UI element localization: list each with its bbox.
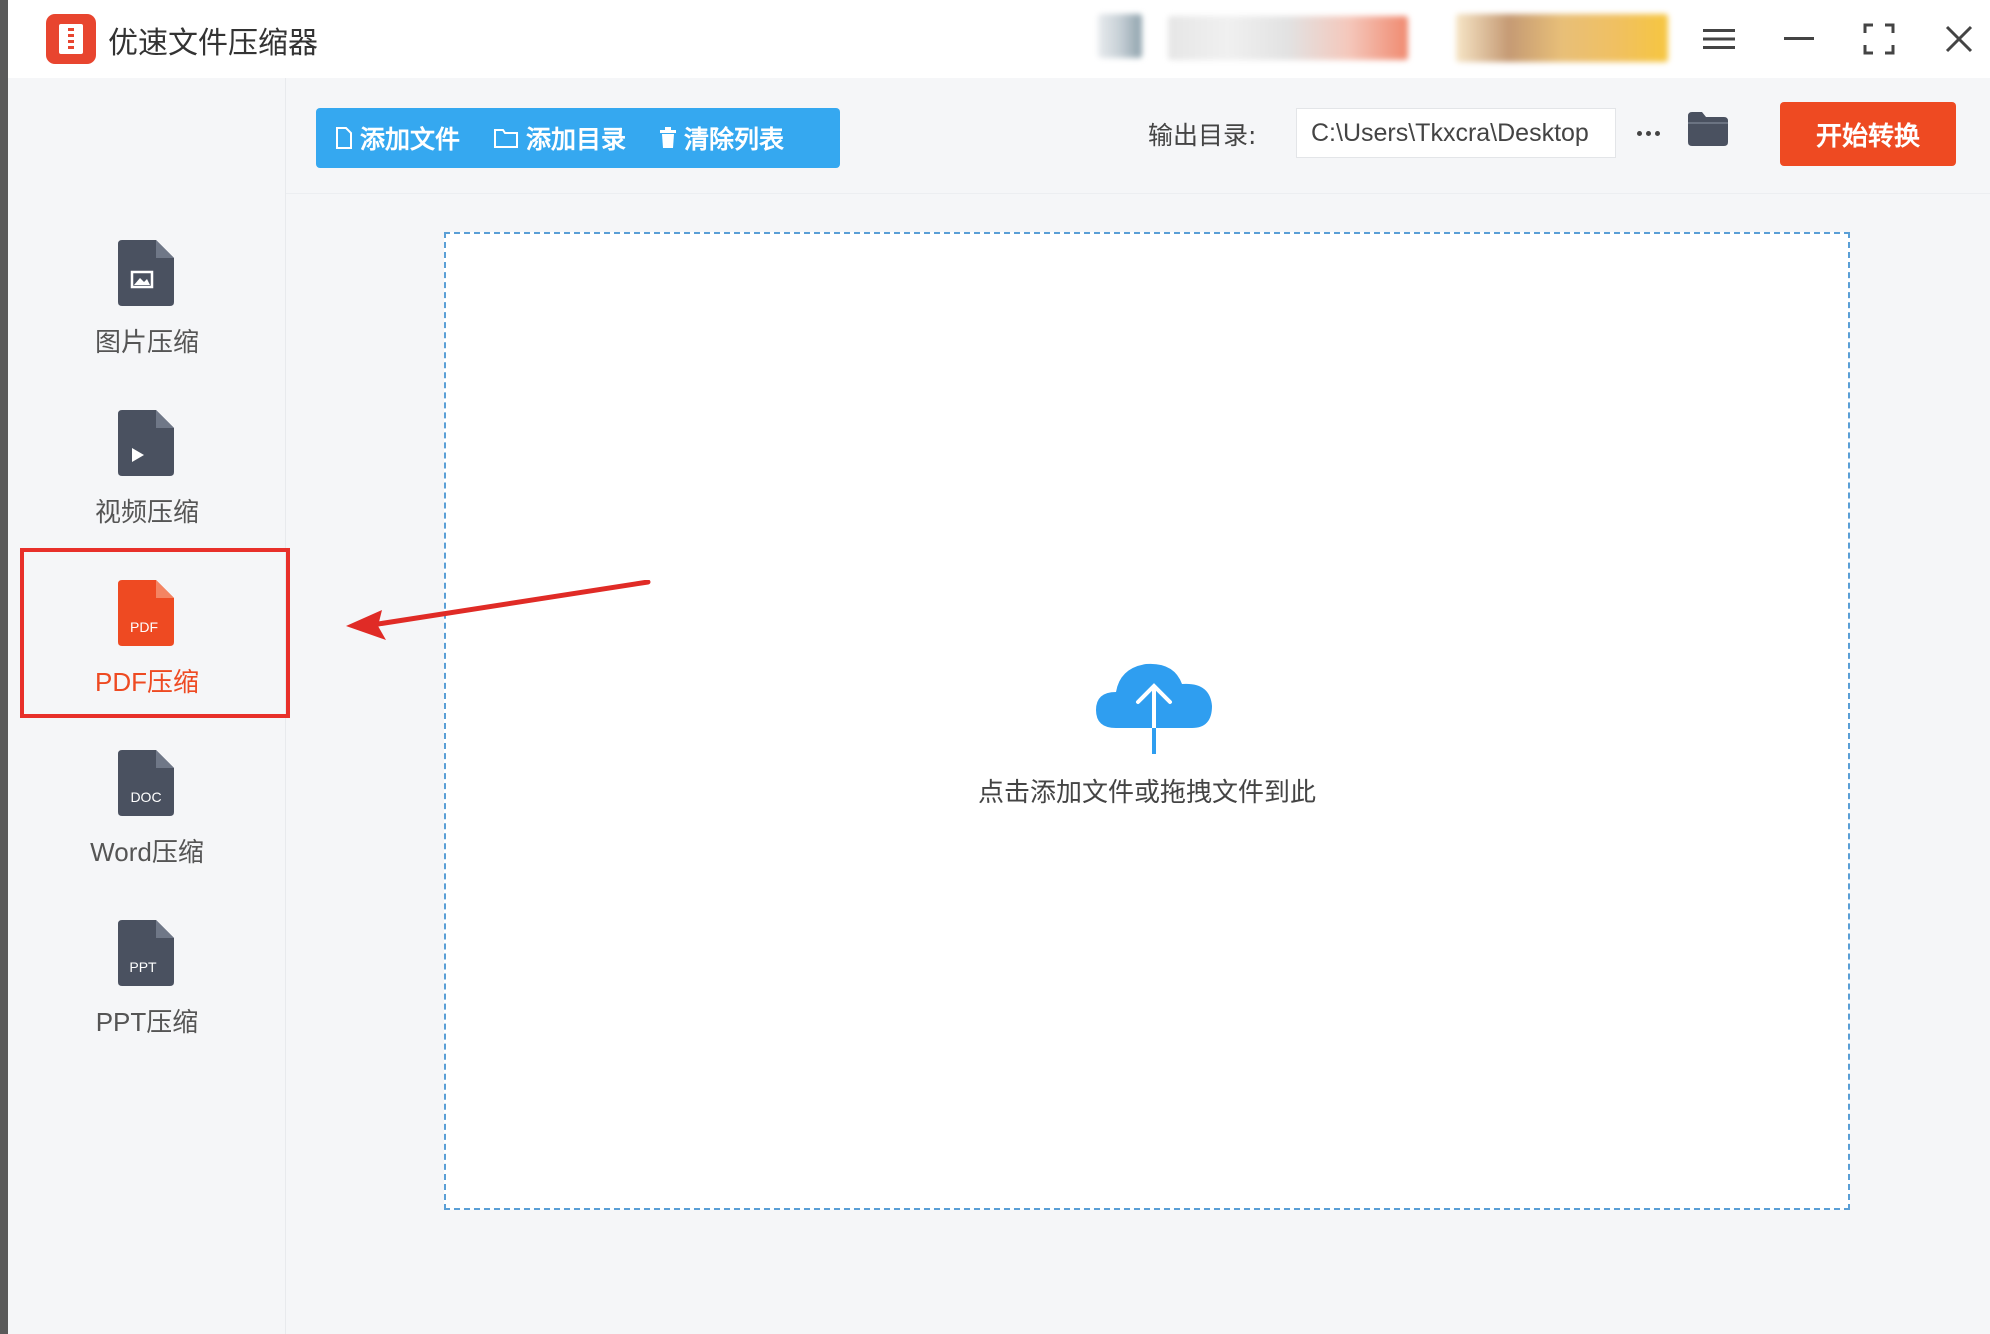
sidebar-item-label: PPT压缩 <box>95 1007 199 1037</box>
minimize-icon <box>1784 37 1814 40</box>
sidebar-item-label: Word压缩 <box>90 837 204 867</box>
menu-button[interactable] <box>1694 14 1744 64</box>
file-icon <box>336 127 352 149</box>
ppt-icon-text: PPT <box>129 959 157 975</box>
video-file-icon <box>118 410 174 476</box>
sidebar-item-pdf-compress[interactable]: PDF PDF压缩 <box>8 570 286 720</box>
start-convert-button[interactable]: 开始转换 <box>1780 102 1956 166</box>
sidebar-item-label: 视频压缩 <box>94 497 199 527</box>
cloud-upload-icon <box>1096 663 1212 754</box>
add-folder-button[interactable]: 添加目录 <box>494 120 626 156</box>
trash-icon <box>660 127 677 148</box>
sidebar-item-image-compress[interactable]: 图片压缩 <box>8 230 286 380</box>
doc-icon-text: DOC <box>130 789 161 805</box>
title-bar: 优速文件压缩器 <box>8 0 1990 78</box>
sidebar-item-video-compress[interactable]: 视频压缩 <box>8 400 286 550</box>
pdf-icon-text: PDF <box>130 619 158 635</box>
blurred-vip-badge <box>1456 14 1668 62</box>
menu-icon <box>1703 29 1735 49</box>
pdf-file-icon: PDF <box>118 580 174 646</box>
open-folder-icon[interactable] <box>1688 112 1728 146</box>
add-file-label: 添加文件 <box>360 125 461 154</box>
minimize-button[interactable] <box>1774 14 1824 64</box>
add-folder-label: 添加目录 <box>526 125 627 154</box>
sidebar-item-label: 图片压缩 <box>94 327 199 357</box>
blurred-avatar <box>1098 14 1142 58</box>
maximize-button[interactable] <box>1854 14 1904 64</box>
sidebar-item-label: PDF压缩 <box>94 667 199 697</box>
doc-file-icon: DOC <box>118 750 174 816</box>
close-icon <box>1945 25 1973 53</box>
sidebar: 图片压缩 视频压缩 PDF PDF压缩 DOC Word压缩 PPT PPT压缩 <box>8 78 286 1334</box>
output-dir-field[interactable]: C:\Users\Tkxcra\Desktop <box>1296 108 1616 158</box>
sidebar-item-word-compress[interactable]: DOC Word压缩 <box>8 740 286 890</box>
add-file-button[interactable]: 添加文件 <box>336 120 460 156</box>
browse-more-button[interactable] <box>1628 118 1668 148</box>
file-action-group: 添加文件 添加目录 清除列表 <box>316 108 840 168</box>
close-button[interactable] <box>1934 14 1984 64</box>
app-logo-icon <box>46 14 96 64</box>
toolbar: 添加文件 添加目录 清除列表 输出目录: C:\Users\Tkxcra\Des… <box>286 78 1990 194</box>
annotation-arrow-icon <box>346 580 651 640</box>
output-dir-label: 输出目录: <box>1148 121 1257 150</box>
blurred-username <box>1168 16 1408 60</box>
image-file-icon <box>118 240 174 306</box>
ppt-file-icon: PPT <box>118 920 174 986</box>
app-title: 优速文件压缩器 <box>108 26 318 61</box>
folder-outline-icon <box>494 129 519 148</box>
sidebar-item-ppt-compress[interactable]: PPT PPT压缩 <box>8 910 286 1060</box>
clear-list-label: 清除列表 <box>684 125 785 154</box>
app-window: 优速文件压缩器 添加文件 添加目录 清除列表 输出目录: C:\Users\Tk… <box>8 0 1990 1334</box>
clear-list-button[interactable]: 清除列表 <box>660 120 784 156</box>
maximize-icon <box>1863 23 1895 55</box>
file-drop-zone[interactable]: 点击添加文件或拖拽文件到此 <box>444 232 1850 1210</box>
drop-zone-hint: 点击添加文件或拖拽文件到此 <box>977 778 1316 808</box>
